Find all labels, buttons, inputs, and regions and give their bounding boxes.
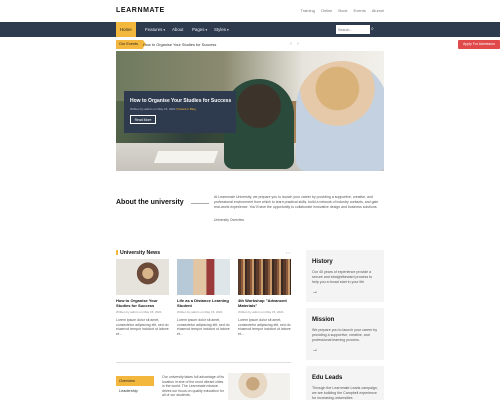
top-link-online[interactable]: Online	[321, 8, 333, 13]
search-input[interactable]	[336, 25, 370, 34]
news-card-meta: Written by admin on May 15, 2021	[238, 310, 284, 314]
top-links: Training Online Book Events Alumni	[301, 8, 384, 13]
news-card-title[interactable]: How to Organise Your Studies for Success	[116, 298, 169, 308]
overview-image	[228, 373, 290, 400]
news-card[interactable]: How to Organise Your Studies for Success…	[116, 259, 169, 383]
edu-leads-title: Edu Leads	[312, 375, 343, 381]
main-nav: Home Features▾ About Pages▾ Styles▾ ⌕	[0, 22, 500, 37]
hero-card: How to Organise Your Studies for Success…	[124, 91, 236, 133]
nav-features-label: Features	[145, 27, 163, 32]
news-image[interactable]	[238, 259, 291, 295]
hero-image-paper	[153, 151, 219, 163]
arrow-right-icon[interactable]: →	[312, 347, 318, 353]
tab-overview[interactable]: Overview	[116, 376, 154, 386]
news-card-meta: Written by admin on May 15, 2021	[116, 310, 162, 314]
apply-button-label: Apply For Admission	[463, 42, 495, 46]
news-card-meta: Written by admin on May 15, 2021	[177, 310, 223, 314]
edu-leads-card[interactable]: Edu Leads Through the Learnmate Leads ca…	[306, 366, 384, 400]
news-image[interactable]	[177, 259, 230, 295]
nav-pages-label: Pages	[192, 27, 205, 32]
news-card-text: Lorem ipsum dolor sit amet, consectetur …	[116, 318, 169, 336]
nav-styles[interactable]: Styles▾	[210, 22, 233, 37]
read-more-button[interactable]: Read More	[130, 115, 156, 124]
tab-leadership[interactable]: Leadership	[116, 386, 154, 396]
nav-about[interactable]: About	[168, 22, 187, 37]
mission-title: Mission	[312, 317, 335, 323]
top-link-training[interactable]: Training	[301, 8, 315, 13]
chevron-down-icon: ▾	[226, 28, 229, 32]
nav-pages[interactable]: Pages▾	[188, 22, 211, 37]
arrow-right-icon[interactable]: →	[312, 289, 318, 295]
news-nav-arrows[interactable]: ‹ ›	[286, 250, 290, 255]
news-card-text: Lorem ipsum dolor sit amet, consectetur …	[238, 318, 291, 336]
search-icon[interactable]: ⌕	[371, 26, 379, 33]
news-image[interactable]	[116, 259, 169, 295]
apply-button[interactable]: Apply For Admission	[458, 40, 500, 49]
hero-image-student	[296, 61, 384, 171]
ticker-next-icon[interactable]: ›	[295, 41, 301, 48]
about-divider	[191, 203, 209, 204]
overview-text: Our university takes full advantage of i…	[162, 375, 225, 398]
news-card[interactable]: 4th Workshop "Advanced Materials" Writte…	[238, 259, 291, 383]
history-title: History	[312, 259, 333, 265]
hero-meta-author: Written by admin on May 15, 2021	[130, 107, 176, 111]
top-link-events[interactable]: Events	[354, 8, 366, 13]
top-link-alumni[interactable]: Alumni	[372, 8, 384, 13]
news-card-title[interactable]: Life as a Distance Learning Student	[177, 298, 230, 308]
news-title: University News	[120, 250, 161, 256]
events-badge[interactable]: Our Events	[116, 40, 146, 49]
ticker-headline[interactable]: How to Organise Your Studies for Success	[143, 42, 216, 47]
nav-features[interactable]: Features▾	[141, 22, 169, 37]
news-card[interactable]: Life as a Distance Learning Student Writ…	[177, 259, 230, 383]
edu-leads-text: Through the Learnmate Leads campaign, we…	[312, 386, 378, 400]
hero-meta-category[interactable]: Posted in Blog	[176, 107, 195, 111]
about-overview-link[interactable]: University Overview	[214, 218, 244, 222]
mission-text: We prepare you to launch your career by …	[312, 328, 378, 342]
history-text: Our 40 years of experience provide a sec…	[312, 270, 373, 284]
about-body: At Learnmate University, we prepare you …	[214, 195, 379, 209]
news-card-text: Lorem ipsum dolor sit amet, consectetur …	[177, 318, 230, 336]
hero-title[interactable]: How to Organise Your Studies for Success	[130, 98, 231, 104]
university-tabs: Overview Leadership	[116, 376, 154, 396]
mission-card[interactable]: Mission We prepare you to launch your ca…	[306, 308, 384, 360]
top-bar: LEARNMATE Training Online Book Events Al…	[0, 0, 500, 22]
chevron-down-icon: ▾	[205, 28, 208, 32]
section-divider	[116, 362, 291, 363]
news-card-title[interactable]: 4th Workshop "Advanced Materials"	[238, 298, 291, 308]
hero-banner: How to Organise Your Studies for Success…	[116, 51, 384, 171]
about-title: About the university	[116, 199, 184, 206]
nav-home[interactable]: Home	[116, 22, 136, 37]
history-card[interactable]: History Our 40 years of experience provi…	[306, 250, 384, 302]
news-ticker: Our Events How to Organise Your Studies …	[116, 40, 500, 49]
news-accent-bar	[116, 250, 118, 255]
nav-about-label: About	[172, 27, 184, 32]
ticker-prev-icon[interactable]: ‹	[288, 41, 294, 48]
top-link-book[interactable]: Book	[338, 8, 347, 13]
chevron-down-icon: ▾	[163, 28, 166, 32]
hero-meta: Written by admin on May 15, 2021 Posted …	[130, 107, 196, 111]
nav-home-label: Home	[120, 27, 132, 32]
nav-styles-label: Styles	[214, 27, 226, 32]
site-logo[interactable]: LEARNMATE	[116, 7, 165, 14]
